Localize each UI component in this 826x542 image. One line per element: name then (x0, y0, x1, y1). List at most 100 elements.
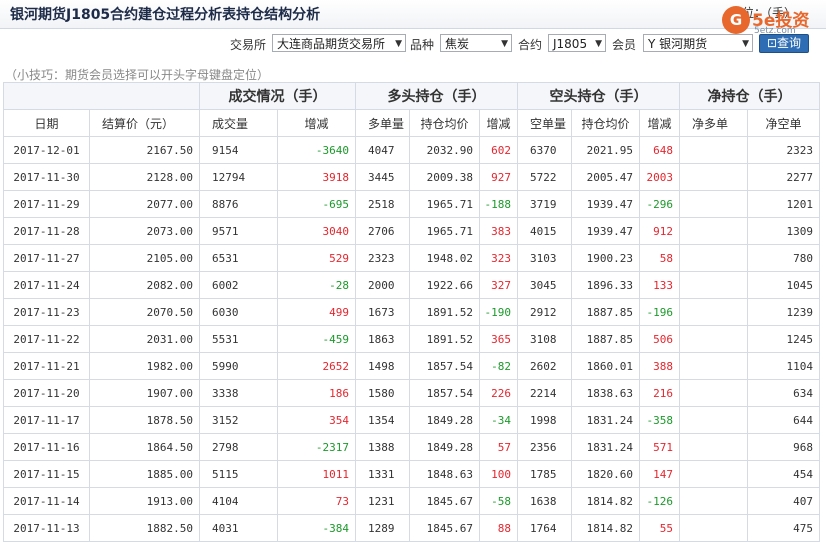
table-cell: 1239 (747, 298, 820, 326)
chevron-down-icon: ▼ (742, 39, 749, 49)
table-cell: 1245 (747, 325, 820, 353)
table-cell: 1848.63 (409, 460, 480, 488)
table-cell: 1673 (355, 298, 410, 326)
table-cell: 2017-11-20 (3, 379, 90, 407)
table-row: 2017-11-22 2031.00 5531 -459 1863 1891.52 365 3… (3, 325, 820, 353)
column-header: 持仓均价 (571, 109, 640, 137)
site-logo[interactable]: G 5e投资 5etz.com (722, 6, 822, 36)
table-row: 2017-11-17 1878.50 3152 354 1354 1849.28 -34 19… (3, 406, 820, 434)
table-cell: 1845.67 (409, 487, 480, 515)
table-cell: 2017-11-14 (3, 487, 90, 515)
table-row: 2017-11-29 2077.00 8876 -695 2518 1965.71 -188… (3, 190, 820, 218)
table-cell: 529 (277, 244, 356, 272)
table-cell: 475 (747, 514, 820, 542)
table-cell: 407 (747, 487, 820, 515)
table-row: 2017-12-01 2167.50 9154 -3640 4047 2032.90 602… (3, 136, 820, 164)
table-cell: 2214 (517, 379, 572, 407)
logo-mark-icon: G (722, 6, 750, 34)
table-cell: 9571 (199, 217, 278, 245)
table-cell: 383 (479, 217, 518, 245)
table-cell: 1849.28 (409, 433, 480, 461)
table-cell: 2017-11-30 (3, 163, 90, 191)
table-cell: 1820.60 (571, 460, 640, 488)
chevron-down-icon: ▼ (595, 39, 602, 49)
table-cell: 1814.82 (571, 514, 640, 542)
table-cell: 2323 (355, 244, 410, 272)
table-cell (679, 406, 748, 434)
table-cell: -28 (277, 271, 356, 299)
table-cell: 912 (639, 217, 680, 245)
table-cell (679, 379, 748, 407)
table-cell: 3445 (355, 163, 410, 191)
table-cell: 2009.38 (409, 163, 480, 191)
table-row: 2017-11-23 2070.50 6030 499 1673 1891.52 -190 2… (3, 298, 820, 326)
table-cell: 2128.00 (89, 163, 200, 191)
table-cell: -358 (639, 406, 680, 434)
table-cell: 1864.50 (89, 433, 200, 461)
table-cell (679, 514, 748, 542)
table-cell (679, 325, 748, 353)
table-cell: 1289 (355, 514, 410, 542)
table-cell: 1388 (355, 433, 410, 461)
table-cell: 5531 (199, 325, 278, 353)
exchange-select-value: 大连商品期货交易所 (277, 37, 386, 51)
table-cell: 2356 (517, 433, 572, 461)
table-cell: -82 (479, 352, 518, 380)
product-select-value: 焦炭 (445, 37, 470, 51)
table-cell: -126 (639, 487, 680, 515)
table-cell: 6531 (199, 244, 278, 272)
table-cell (679, 217, 748, 245)
column-header-row: 日期 结算价（元） 成交量 增减 多单量 持仓均价 增减 空单量 持仓均价 增减 净多单 净空单 (3, 109, 820, 137)
table-cell: 1580 (355, 379, 410, 407)
table-cell: 8876 (199, 190, 278, 218)
search-icon: ⊡ (766, 36, 778, 50)
table-cell: 6030 (199, 298, 278, 326)
table-row: 2017-11-14 1913.00 4104 73 1231 1845.67 -58 163… (3, 487, 820, 515)
exchange-select[interactable]: 大连商品期货交易所 ▼ (272, 34, 406, 52)
table-cell: 388 (639, 352, 680, 380)
table-cell: 6370 (517, 136, 572, 164)
table-cell: 2017-11-24 (3, 271, 90, 299)
keyboard-tip: （小技巧：期货会员选择可以开头字母键盘定位） (5, 68, 270, 82)
table-cell: 3103 (517, 244, 572, 272)
table-row: 2017-11-28 2073.00 9571 3040 2706 1965.71 383 4… (3, 217, 820, 245)
table-cell: 644 (747, 406, 820, 434)
group-header-net: 净持仓（手） (679, 82, 820, 110)
table-cell: 648 (639, 136, 680, 164)
query-button[interactable]: ⊡查询 (759, 34, 809, 53)
table-cell: 1878.50 (89, 406, 200, 434)
table-body: 2017-12-01 2167.50 9154 -3640 4047 2032.90 602… (3, 136, 820, 542)
table-cell: 58 (639, 244, 680, 272)
table-cell: 4047 (355, 136, 410, 164)
table-cell: 1965.71 (409, 190, 480, 218)
table-cell: 1331 (355, 460, 410, 488)
table-cell: 2017-11-17 (3, 406, 90, 434)
table-cell: 4104 (199, 487, 278, 515)
table-cell: 1887.85 (571, 325, 640, 353)
column-header: 增减 (277, 109, 356, 137)
table-cell: 2167.50 (89, 136, 200, 164)
table-cell: 327 (479, 271, 518, 299)
table-row: 2017-11-21 1982.00 5990 2652 1498 1857.54 -82 2… (3, 352, 820, 380)
contract-select[interactable]: J1805 ▼ (548, 34, 606, 52)
table-cell: 55 (639, 514, 680, 542)
position-table: 成交情况（手） 多头持仓（手） 空头持仓（手） 净持仓（手） 日期 结算价（元）成… (3, 82, 820, 542)
table-cell: 1900.23 (571, 244, 640, 272)
table-cell: 2602 (517, 352, 572, 380)
table-cell (679, 460, 748, 488)
table-cell: -384 (277, 514, 356, 542)
table-cell: 323 (479, 244, 518, 272)
table-cell: 1891.52 (409, 325, 480, 353)
table-cell: 2323 (747, 136, 820, 164)
table-cell: 1045 (747, 271, 820, 299)
table-cell: 9154 (199, 136, 278, 164)
table-cell: 1764 (517, 514, 572, 542)
table-cell: -296 (639, 190, 680, 218)
member-label: 会员 (612, 38, 637, 52)
table-cell: 1201 (747, 190, 820, 218)
product-select[interactable]: 焦炭 ▼ (440, 34, 512, 52)
table-cell: 2077.00 (89, 190, 200, 218)
table-cell: 1998 (517, 406, 572, 434)
member-select[interactable]: Y 银河期货 ▼ (643, 34, 753, 52)
table-cell: 1354 (355, 406, 410, 434)
